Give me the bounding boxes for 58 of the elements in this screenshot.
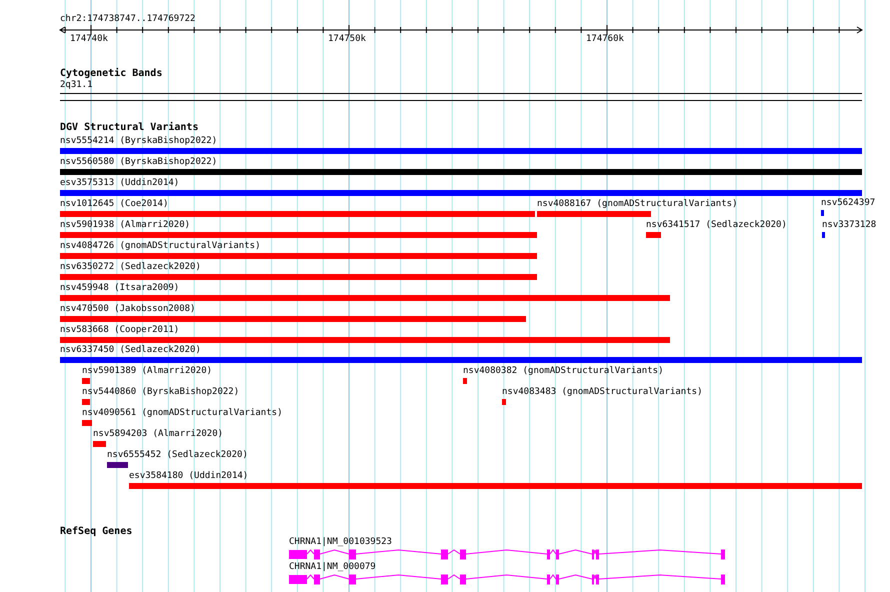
feature-label: nsv6555452 (Sedlazeck2020)	[107, 450, 248, 461]
feature-label: nsv4090561 (gnomADStructuralVariants)	[82, 408, 282, 419]
feature-label: nsv5901938 (Almarri2020)	[60, 220, 190, 231]
gene-model-drawing[interactable]	[289, 574, 725, 584]
tick-label: 174740k	[70, 34, 108, 45]
track-title: Cytogenetic Bands	[60, 68, 162, 79]
gene-model-drawing[interactable]	[289, 549, 725, 560]
feature-bar[interactable]	[646, 232, 661, 238]
feature-label: nsv470500 (Jakobsson2008)	[60, 304, 196, 315]
feature-bar[interactable]	[537, 211, 651, 217]
feature-bar[interactable]	[82, 378, 90, 384]
feature-bar[interactable]	[60, 169, 862, 175]
feature-bar[interactable]	[463, 378, 467, 384]
feature-label: nsv4083483 (gnomADStructuralVariants)	[502, 387, 702, 398]
feature-bar[interactable]	[60, 295, 670, 301]
feature-bar[interactable]	[60, 274, 537, 280]
tick-label: 174750k	[328, 34, 366, 45]
feature-label: nsv1012645 (Coe2014)	[60, 199, 168, 210]
feature-label: nsv583668 (Cooper2011)	[60, 325, 180, 336]
tick-label: 174760k	[586, 34, 624, 45]
feature-bar[interactable]	[82, 420, 92, 426]
feature-label: nsv6350272 (Sedlazeck2020)	[60, 262, 201, 273]
feature-bar[interactable]	[60, 211, 535, 217]
feature-bar[interactable]	[60, 357, 862, 363]
location-label: chr2:174738747..174769722	[60, 14, 196, 25]
feature-bar[interactable]	[60, 148, 862, 154]
feature-bar[interactable]	[129, 483, 862, 489]
feature-bar[interactable]	[821, 210, 824, 216]
feature-bar[interactable]	[60, 337, 670, 343]
feature-bar[interactable]	[60, 232, 537, 238]
feature-bar[interactable]	[822, 232, 825, 238]
feature-label: nsv5901389 (Almarri2020)	[82, 366, 212, 377]
feature-bar[interactable]	[60, 190, 862, 196]
feature-bar[interactable]	[60, 253, 537, 259]
transcript-label: CHRNA1|NM_000079	[289, 562, 376, 573]
feature-bar[interactable]	[93, 441, 106, 447]
feature-label: nsv4088167 (gnomADStructuralVariants)	[537, 199, 738, 210]
band-label: 2q31.1	[60, 80, 93, 91]
feature-label: nsv3373128	[822, 220, 876, 231]
feature-label: nsv5624397	[821, 198, 876, 209]
feature-label: nsv6337450 (Sedlazeck2020)	[60, 345, 201, 356]
track-title: DGV Structural Variants	[60, 122, 198, 133]
feature-bar[interactable]	[60, 316, 526, 322]
feature-label: nsv5440860 (ByrskaBishop2022)	[82, 387, 240, 398]
feature-label: nsv6341517 (Sedlazeck2020)	[646, 220, 787, 231]
feature-bar[interactable]	[107, 462, 128, 468]
feature-label: nsv5554214 (ByrskaBishop2022)	[60, 136, 218, 147]
feature-label: nsv5560580 (ByrskaBishop2022)	[60, 157, 218, 168]
feature-label: nsv4084726 (gnomADStructuralVariants)	[60, 241, 260, 252]
feature-label: nsv5894203 (Almarri2020)	[93, 429, 224, 440]
feature-bar[interactable]	[82, 399, 90, 405]
feature-label: nsv4080382 (gnomADStructuralVariants)	[463, 366, 664, 377]
transcript-label: CHRNA1|NM_001039523	[289, 537, 392, 548]
feature-label: nsv459948 (Itsara2009)	[60, 283, 180, 294]
feature-bar[interactable]	[502, 399, 506, 405]
feature-label: esv3575313 (Uddin2014)	[60, 178, 180, 189]
track-title: RefSeq Genes	[60, 526, 132, 537]
feature-label: esv3584180 (Uddin2014)	[129, 471, 248, 482]
